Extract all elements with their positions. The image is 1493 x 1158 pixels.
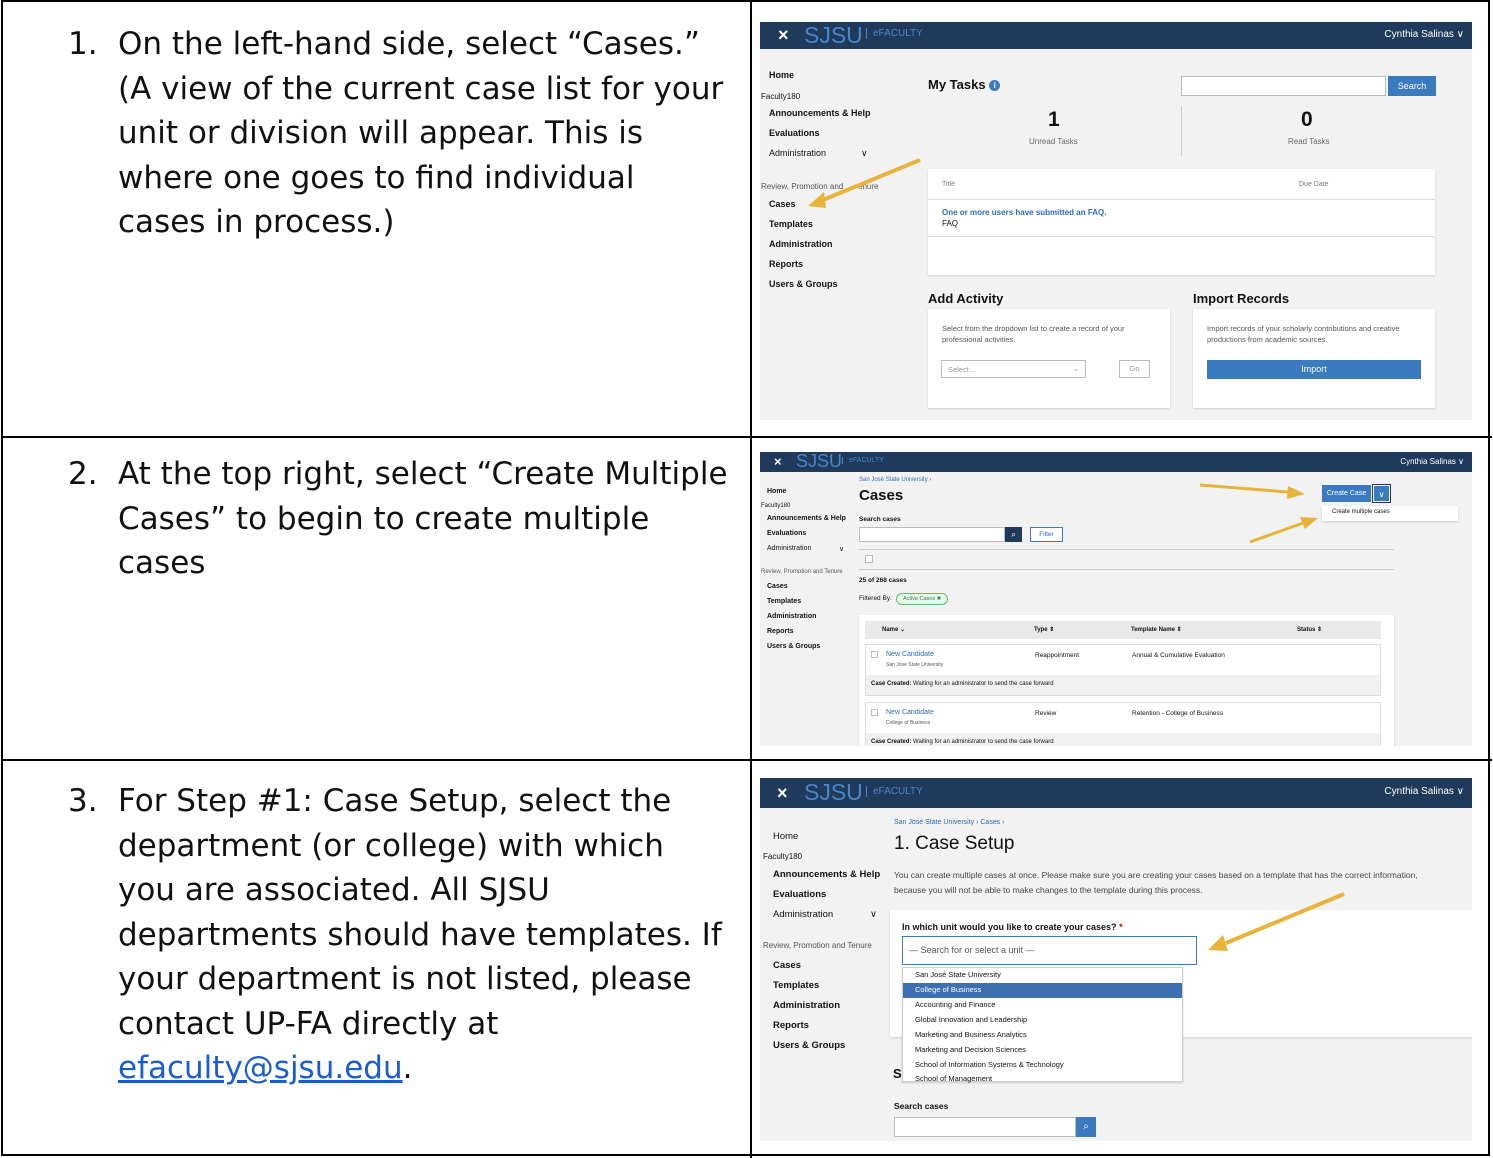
annotation-arrow — [817, 158, 921, 204]
row-divider — [3, 436, 1492, 438]
column-divider — [750, 2, 752, 1158]
step-text: For Step #1: Case Setup, select the depa… — [118, 783, 722, 1086]
annotation-arrow — [1199, 483, 1289, 494]
arrow-head — [1300, 517, 1318, 529]
annotation-arrow — [1249, 521, 1304, 544]
arrow-head — [808, 192, 826, 208]
screenshot-case-setup: × SJSU eFACULTY Cynthia Salinas ∨ Home F… — [760, 778, 1472, 1141]
arrow-head — [1208, 935, 1228, 951]
step-2: 2. At the top right, select “Create Mult… — [68, 452, 728, 752]
step-text: On the left-hand side, select “Cases.” (… — [118, 26, 724, 240]
screenshot-dashboard: × SJSU eFACULTY Cynthia Salinas ∨ Home F… — [760, 22, 1472, 420]
annotation-arrow-svg — [1208, 892, 1345, 951]
annotation-arrow-svg — [808, 158, 921, 208]
row-divider — [3, 759, 1492, 761]
email-link[interactable]: efaculty@sjsu.edu — [118, 1050, 403, 1086]
step-number: 2. — [68, 456, 98, 492]
step-text: At the top right, select “Create Multipl… — [118, 456, 728, 581]
arrow-head — [1287, 486, 1305, 499]
step-number: 1. — [68, 26, 98, 62]
step-1: 1. On the left-hand side, select “Cases.… — [68, 22, 728, 422]
annotation-arrow — [1225, 892, 1345, 945]
step-3: 3. For Step #1: Case Setup, select the d… — [68, 779, 728, 1149]
annotation-arrows-svg — [1199, 483, 1318, 544]
screenshot-cases-list: × SJSU eFACULTY Cynthia Salinas ∨ Home F… — [760, 452, 1472, 746]
step-number: 3. — [68, 783, 98, 819]
